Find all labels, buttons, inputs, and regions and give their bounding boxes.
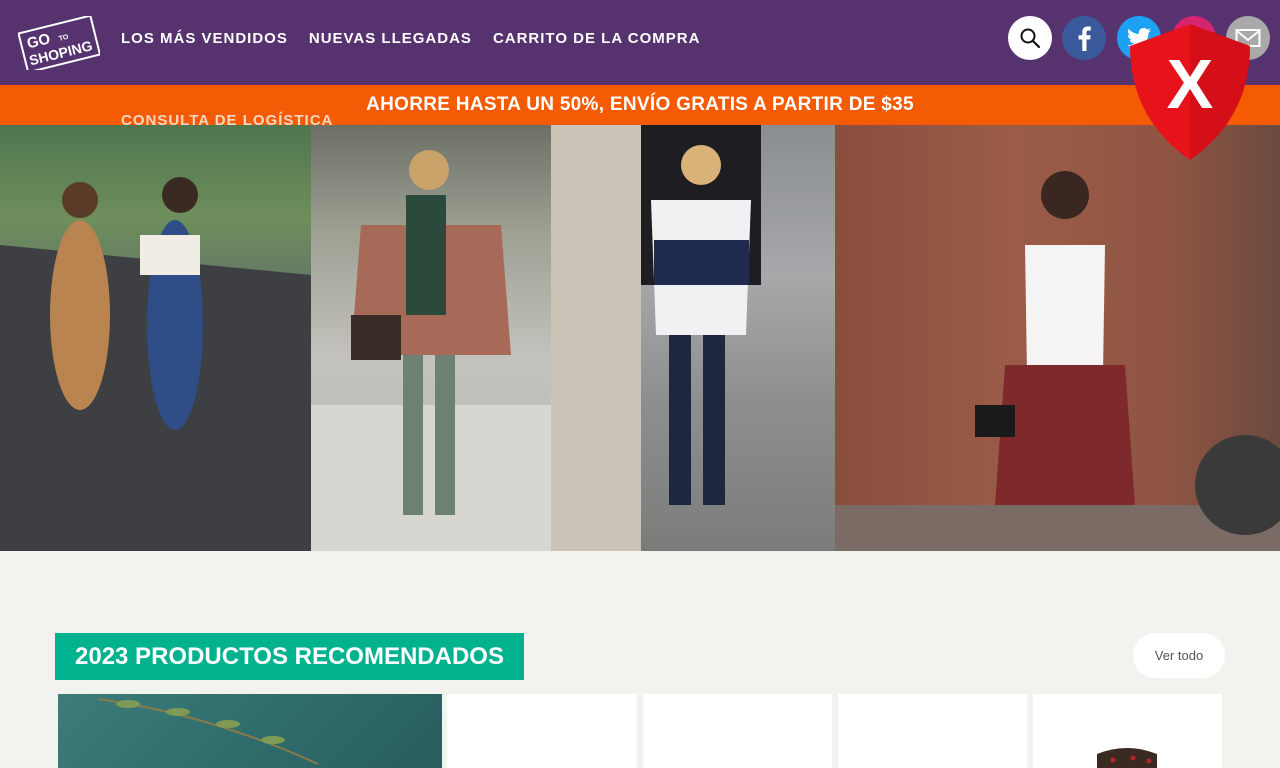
hero-photo-street-duo[interactable] [0,125,311,551]
product-image-featured [97,698,319,765]
hero-banner[interactable] [0,125,1280,551]
product-card[interactable] [838,694,1027,768]
hero-photo-3-illustration [551,125,761,551]
security-shield-icon[interactable]: X [1126,20,1254,164]
hero-photo-plaid-poncho[interactable] [311,125,551,551]
product-image-bag [1097,748,1157,768]
hero-photo-brick-wall[interactable] [835,125,1280,551]
hero-photo-1-illustration [0,177,311,551]
facebook-icon [1078,26,1091,51]
nav-new-arrivals[interactable]: NUEVAS LLEGADAS [309,30,472,47]
nav-logistics-inquiry[interactable]: CONSULTA DE LOGÍSTICA [121,112,333,129]
hero-photo-4-illustration [835,171,1280,551]
search-icon [1020,28,1041,49]
nav-shopping-cart[interactable]: CARRITO DE LA COMPRA [493,30,701,47]
facebook-button[interactable] [1062,16,1106,60]
product-card[interactable] [1033,694,1222,768]
product-card-featured[interactable] [58,694,442,768]
logo-text-to: TO [58,34,70,43]
section-title: 2023 PRODUCTOS RECOMENDADOS [55,633,524,680]
nav-best-sellers[interactable]: LOS MÁS VENDIDOS [121,30,288,47]
product-grid [58,694,1222,768]
hero-photo-striped-tee[interactable] [551,125,835,551]
product-card[interactable] [643,694,832,768]
promo-text: AHORRE HASTA UN 50%, ENVÍO GRATIS A PART… [366,94,914,115]
main-nav: LOS MÁS VENDIDOS NUEVAS LLEGADAS CARRITO… [121,30,700,47]
view-all-button[interactable]: Ver todo [1133,633,1225,678]
search-button[interactable] [1008,16,1052,60]
site-header: GO TO SHOPING LOS MÁS VENDIDOS NUEVAS LL… [0,0,1280,85]
product-card[interactable] [447,694,637,768]
hero-photo-2-illustration [311,150,551,551]
shield-letter: X [1167,45,1214,123]
go-to-shoping-logo[interactable]: GO TO SHOPING [18,16,100,70]
